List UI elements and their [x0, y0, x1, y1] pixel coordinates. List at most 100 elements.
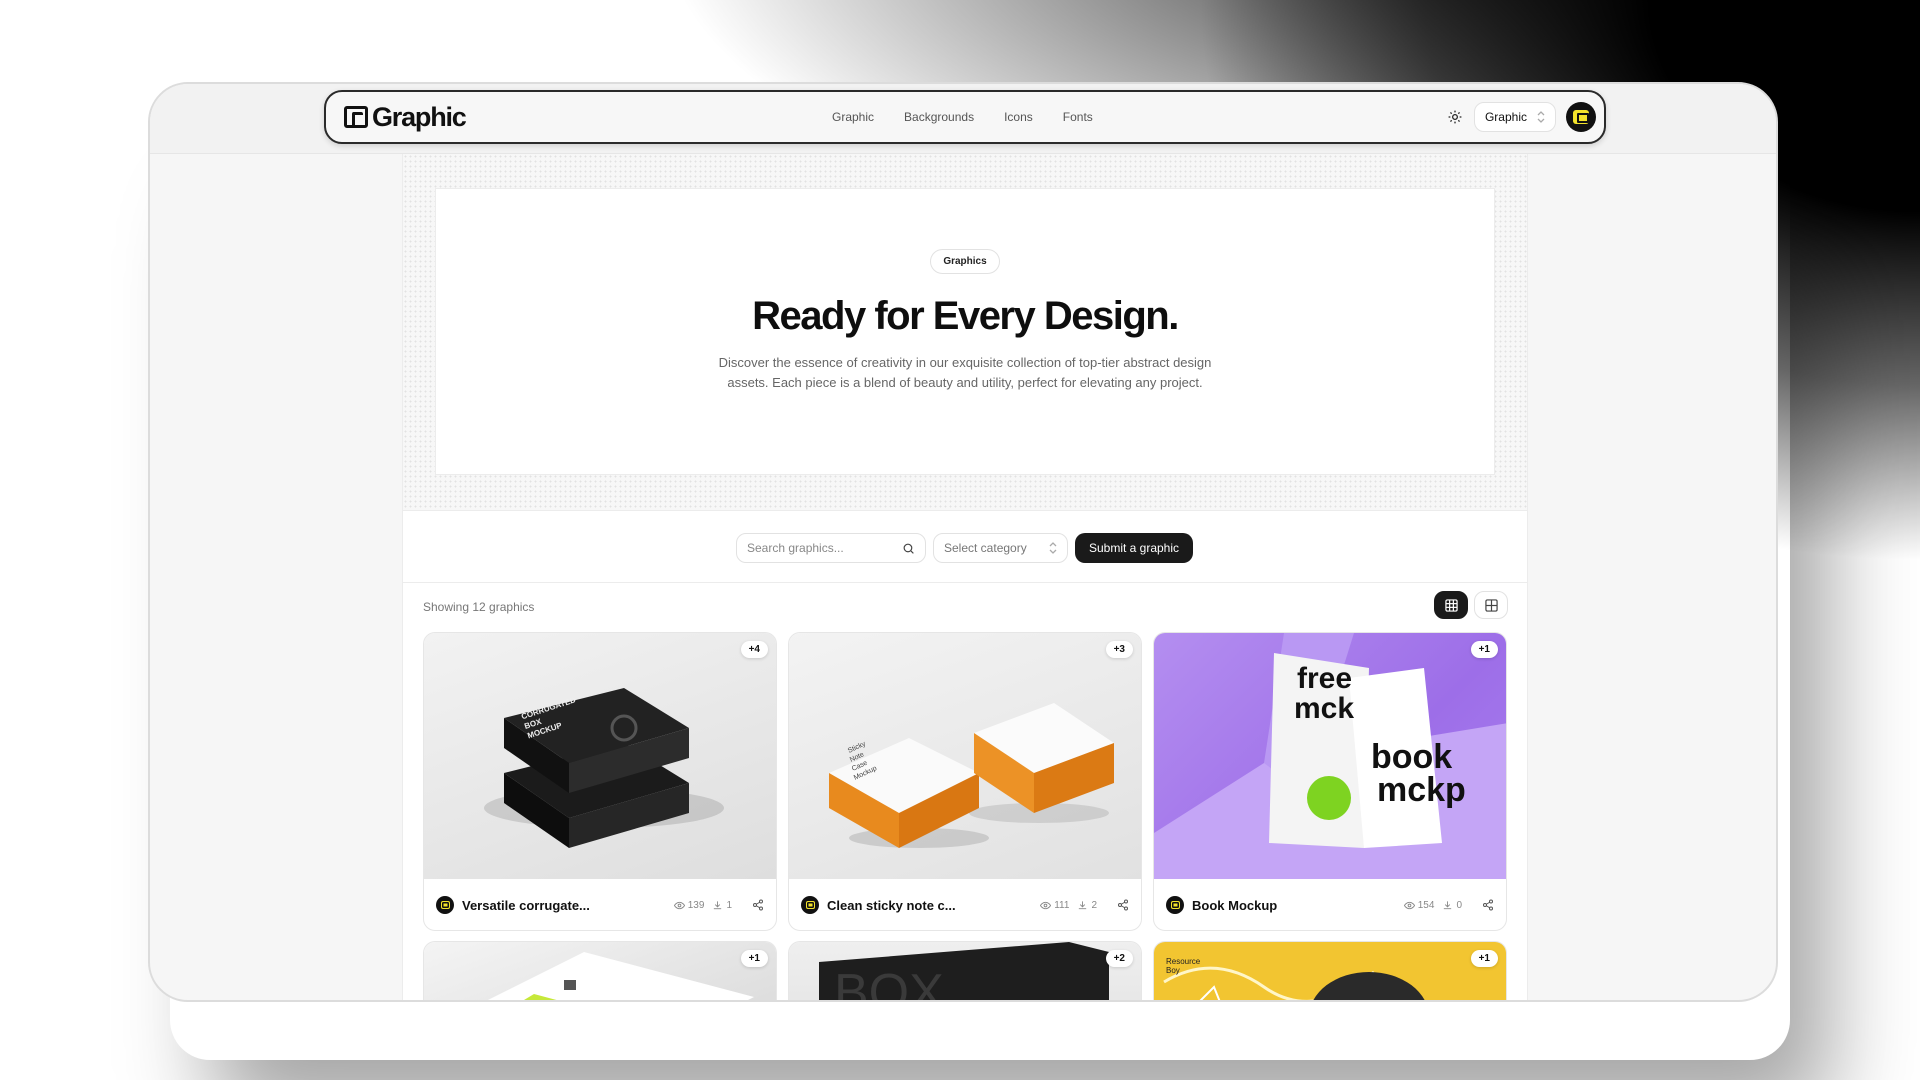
card-title[interactable]: Book Mockup [1192, 898, 1396, 913]
filter-toolbar: Select category Submit a graphic [403, 511, 1527, 583]
site-select[interactable]: Graphic [1473, 102, 1556, 132]
hero-section: Graphics Ready for Every Design. Discove… [403, 154, 1527, 511]
downloads-count: 1 [726, 899, 732, 911]
sun-icon[interactable] [1446, 108, 1464, 126]
hero-card: Graphics Ready for Every Design. Discove… [435, 188, 1495, 475]
logo-mark-icon [344, 106, 368, 128]
hero-pill: Graphics [930, 249, 1000, 274]
logo[interactable]: Graphic [344, 101, 467, 133]
submit-graphic-button[interactable]: Submit a graphic [1075, 533, 1193, 563]
site-select-value: Graphic [1484, 110, 1527, 124]
logo-text: Graphic [372, 101, 467, 132]
card-title[interactable]: Clean sticky note c... [827, 898, 1032, 913]
card-title[interactable]: Versatile corrugate... [462, 898, 666, 913]
author-avatar[interactable] [436, 896, 454, 914]
views-count: 154 [1417, 899, 1435, 911]
results-count: Showing 12 graphics [423, 600, 535, 614]
card-thumbnail[interactable]: free mck book mckp +1 [1154, 633, 1506, 879]
graphic-card[interactable]: Sticky Note Case Mockup +3 Clean sticky … [788, 632, 1142, 931]
share-button[interactable] [752, 899, 764, 911]
variant-count-badge: +1 [740, 950, 768, 967]
views-stat: 154 [1403, 899, 1435, 911]
download-icon [714, 900, 722, 909]
grid-view-button[interactable] [1434, 591, 1468, 619]
nav-link-backgrounds[interactable]: Backgrounds [904, 110, 974, 124]
chevron-updown-icon [1049, 542, 1057, 554]
box-mockup-image: CORRUGATED BOX MOCKUP [484, 688, 724, 848]
variant-count-badge: +1 [1470, 950, 1498, 967]
share-icon [1483, 899, 1493, 911]
grid-icon [1444, 598, 1458, 612]
page-title: Ready for Every Design. [752, 294, 1179, 338]
card-thumbnail[interactable]: CORRUGATED BOX MOCKUP +4 [424, 633, 776, 879]
author-avatar[interactable] [1166, 896, 1184, 914]
brand-icon [1573, 110, 1589, 124]
search-box [736, 533, 926, 563]
card-image: BOX [819, 942, 1109, 1002]
thumb-text-1: free [1297, 662, 1352, 695]
downloads-stat: 1 [712, 900, 732, 911]
user-avatar[interactable] [1566, 102, 1596, 132]
graphic-card[interactable]: free mck book mckp +1 Book Mockup 154 0 [1153, 632, 1507, 931]
nav-link-fonts[interactable]: Fonts [1063, 110, 1093, 124]
nav-right: Graphic [1446, 92, 1596, 142]
hero-description: Discover the essence of creativity in ou… [718, 355, 1212, 390]
thumb-text-1: Resource [1166, 957, 1201, 966]
category-placeholder: Select category [944, 541, 1027, 555]
eye-icon [1403, 901, 1415, 909]
graphics-grid: CORRUGATED BOX MOCKUP +4 Versatile corru… [423, 632, 1511, 1002]
category-select[interactable]: Select category [933, 533, 1068, 563]
graphic-card[interactable]: BOX +2 [788, 941, 1142, 1002]
table-view-button[interactable] [1474, 591, 1508, 619]
variant-count-badge: +1 [1470, 641, 1498, 658]
nav-link-icons[interactable]: Icons [1004, 110, 1033, 124]
views-stat: 139 [673, 899, 705, 911]
variant-count-badge: +4 [740, 641, 768, 658]
thumb-text-2: Boy [1166, 966, 1180, 975]
card-thumbnail[interactable]: Resource Boy +1 [1154, 942, 1506, 1000]
views-count: 111 [1054, 899, 1070, 911]
download-icon [1444, 900, 1452, 909]
thumb-text-1: BOX [834, 964, 944, 1002]
card-image: Resource Boy [1163, 957, 1425, 1000]
table-icon [1484, 598, 1498, 612]
graphic-card[interactable]: Resource Boy +1 [1153, 941, 1507, 1000]
card-thumbnail[interactable]: BOX +2 [789, 942, 1141, 1002]
views-stat: 111 [1040, 900, 1069, 911]
view-toggle [1434, 591, 1508, 619]
search-icon[interactable] [902, 542, 915, 555]
downloads-count: 2 [1091, 899, 1097, 911]
downloads-stat: 0 [1442, 900, 1462, 911]
card-thumbnail[interactable]: Sticky Note Case Mockup +3 [789, 633, 1141, 879]
graphic-card[interactable]: CORRUGATED BOX MOCKUP +4 Versatile corru… [423, 632, 777, 931]
downloads-count: 0 [1456, 899, 1462, 911]
chevron-updown-icon [1537, 111, 1545, 123]
downloads-stat: 2 [1077, 900, 1097, 911]
share-button[interactable] [1482, 899, 1494, 911]
card-thumbnail[interactable]: +1 [424, 942, 776, 1000]
views-count: 139 [687, 899, 705, 911]
nav-links: Graphic Backgrounds Icons Fonts [832, 92, 1093, 142]
browser-window: Graphic Graphic Backgrounds Icons Fonts … [148, 82, 1778, 1002]
search-input[interactable] [747, 541, 887, 555]
share-icon [1118, 899, 1128, 911]
nav-link-graphic[interactable]: Graphic [832, 110, 874, 124]
sticky-note-image: Sticky Note Case Mockup [829, 703, 1114, 848]
variant-count-badge: +3 [1105, 641, 1133, 658]
card-footer: Versatile corrugate... 139 1 [424, 879, 776, 930]
author-avatar[interactable] [801, 896, 819, 914]
card-footer: Book Mockup 154 0 [1154, 879, 1506, 930]
eye-icon [673, 901, 685, 909]
share-icon [753, 899, 763, 911]
eye-icon [1040, 901, 1052, 909]
book-mockup-image: free mck book mckp [1154, 633, 1506, 879]
download-icon [1079, 900, 1087, 909]
thumb-text-4: mckp [1377, 771, 1466, 809]
card-image [488, 952, 754, 1000]
card-footer: Clean sticky note c... 111 2 [789, 879, 1141, 930]
navbar: Graphic Graphic Backgrounds Icons Fonts … [324, 90, 1606, 144]
graphic-card[interactable]: +1 [423, 941, 777, 1000]
variant-count-badge: +2 [1105, 950, 1133, 967]
thumb-text-2: mck [1294, 692, 1354, 725]
share-button[interactable] [1117, 899, 1129, 911]
